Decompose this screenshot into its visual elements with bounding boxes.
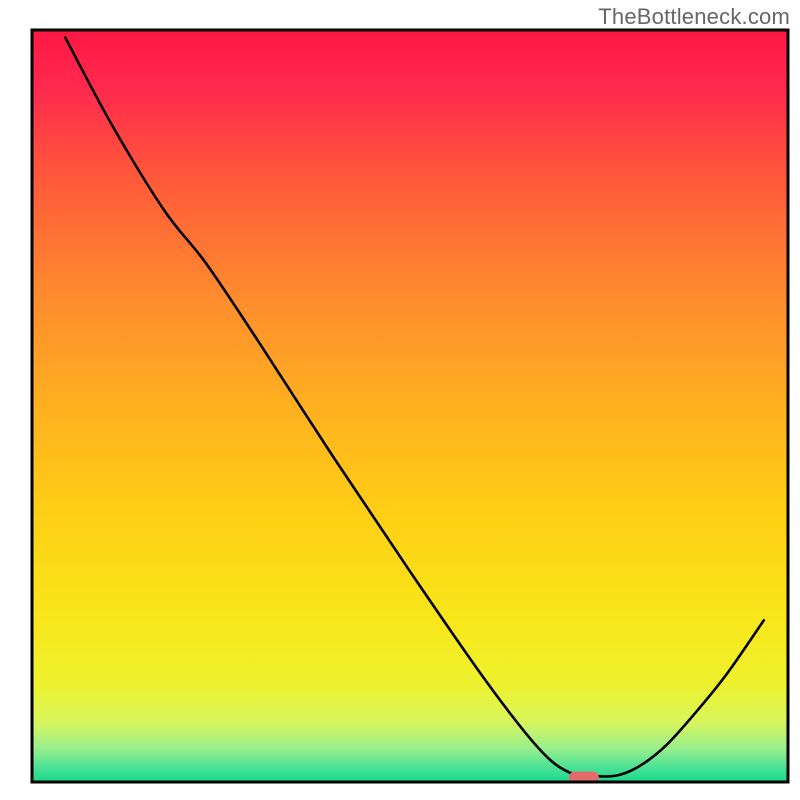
bottleneck-chart (0, 0, 800, 800)
watermark-text: TheBottleneck.com (598, 4, 790, 30)
chart-background-gradient (32, 30, 788, 782)
